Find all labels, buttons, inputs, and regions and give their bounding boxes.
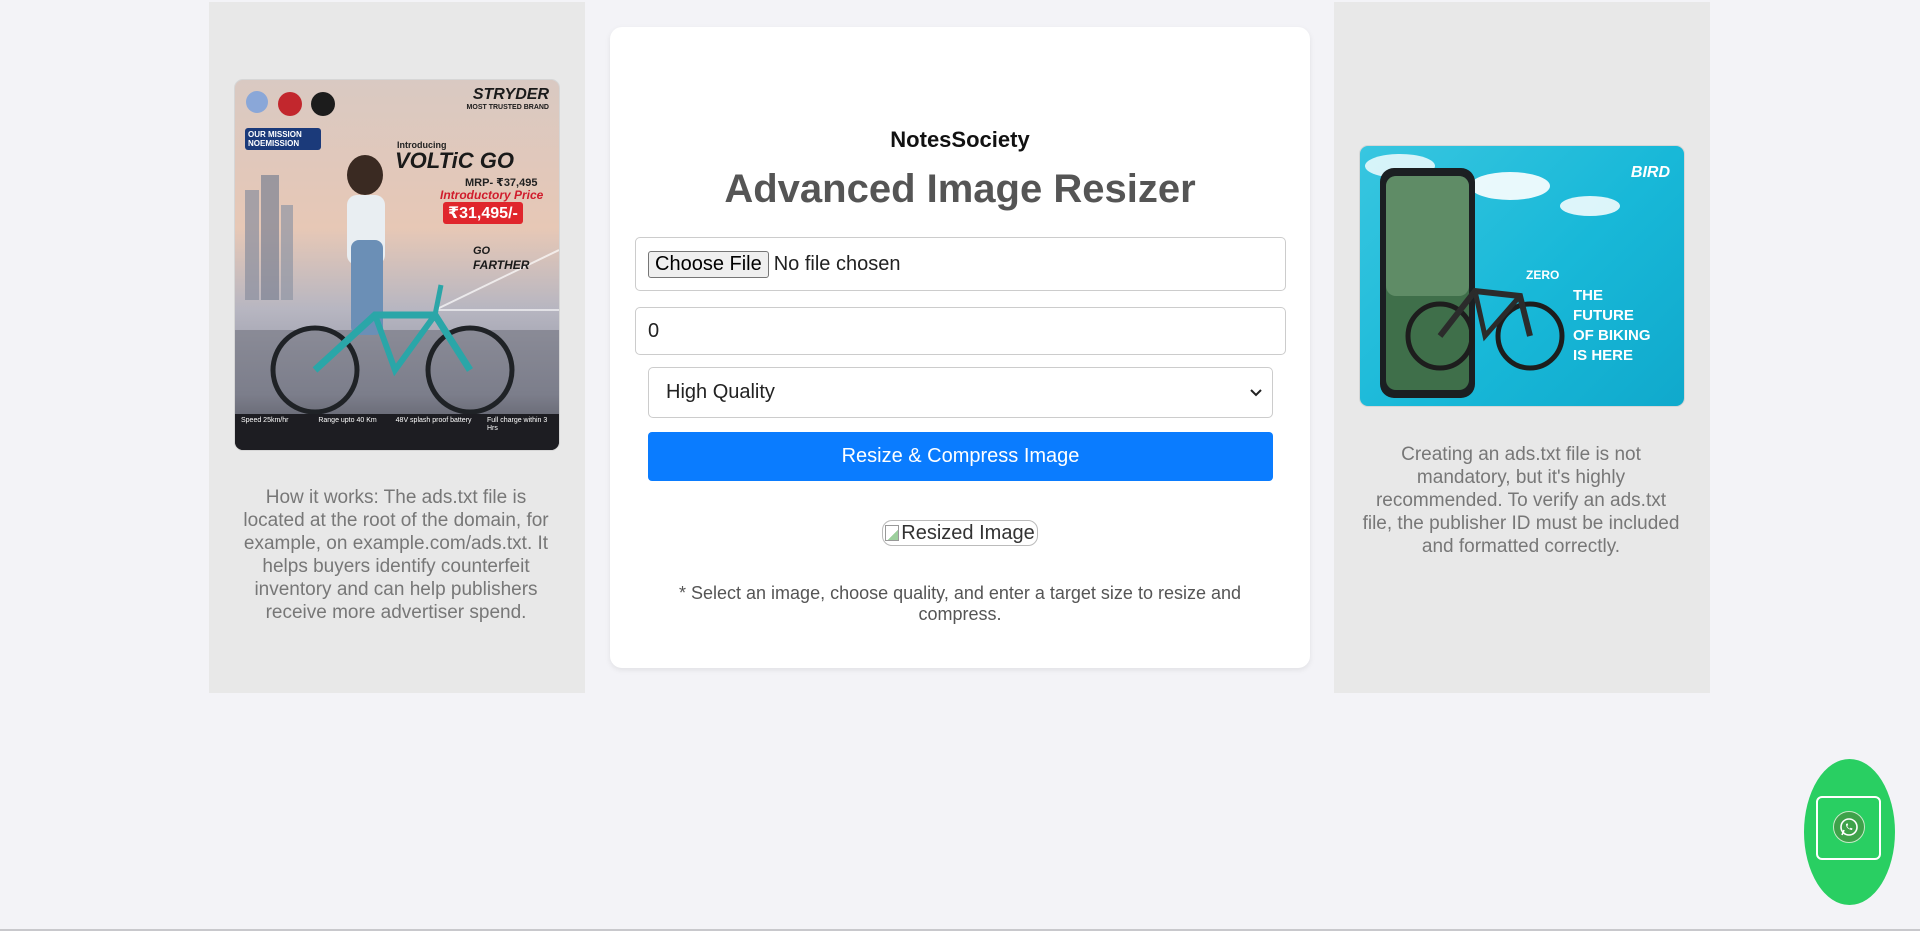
whatsapp-button-frame	[1816, 796, 1881, 860]
file-status-text: No file chosen	[773, 252, 901, 275]
file-input[interactable]: Choose File No file chosen	[635, 237, 1286, 291]
target-size-input[interactable]	[635, 307, 1286, 355]
right-sidebar-text: Creating an ads.txt file is not mandator…	[1362, 444, 1680, 557]
resizer-card: NotesSociety Advanced Image Resizer Choo…	[610, 27, 1310, 668]
whatsapp-icon	[1833, 811, 1865, 843]
resized-image-alt: Resized Image	[901, 521, 1035, 544]
ad-headline-line: IS HERE	[1573, 347, 1634, 364]
page: STRYDER MOST TRUSTED BRAND OUR MISSION N…	[0, 0, 1920, 931]
ad-spec-item: Speed 25km/hr	[241, 417, 289, 424]
bird-ad-banner[interactable]: BIRD ZERO THE FUTURE OF BIKING IS HERE	[1359, 145, 1685, 407]
ad-slogan-1: GO	[473, 245, 491, 257]
ad-headline-line: OF BIKING	[1573, 327, 1651, 344]
quality-selected-value: High Quality	[666, 381, 775, 403]
site-brand: NotesSociety	[890, 127, 1030, 152]
instruction-note: * Select an image, choose quality, and e…	[679, 583, 1241, 624]
ad-headline: THE FUTURE OF BIKING IS HERE	[1573, 286, 1651, 366]
resize-compress-button[interactable]: Resize & Compress Image	[648, 432, 1273, 481]
ad-product-name: VOLTiC GO	[395, 148, 514, 173]
ad-spec-item: Range upto 40 Km	[318, 417, 377, 424]
ad-headline-line: THE	[1573, 287, 1603, 304]
choose-file-button[interactable]: Choose File	[648, 250, 769, 278]
ad-spec-item: 48V splash proof battery	[395, 417, 472, 424]
ad-mission-badge: OUR MISSION NOEMISSION	[245, 128, 321, 150]
ad-bird-brand: BIRD	[1630, 164, 1670, 181]
ad-price: ₹31,495/-	[443, 202, 523, 224]
broken-image-icon	[885, 525, 900, 541]
quality-select[interactable]: High Quality	[648, 367, 1273, 418]
resized-image: Resized Image	[882, 520, 1038, 546]
bird-ad-artwork	[1365, 154, 1620, 398]
whatsapp-button[interactable]	[1804, 759, 1895, 905]
ad-spec-item: Full charge within 3 Hrs	[486, 417, 548, 432]
ad-brand-tagline: MOST TRUSTED BRAND	[466, 104, 549, 111]
ad-zero-model: ZERO	[1526, 268, 1560, 282]
stryder-ad-banner[interactable]: STRYDER MOST TRUSTED BRAND OUR MISSION N…	[234, 79, 560, 451]
page-title: Advanced Image Resizer	[724, 167, 1196, 211]
right-sidebar: BIRD ZERO THE FUTURE OF BIKING IS HERE C…	[1334, 2, 1710, 693]
left-sidebar-text: How it works: The ads.txt file is locate…	[243, 487, 549, 623]
ad-offer-label: Introductory Price	[440, 188, 544, 202]
chevron-down-icon	[1250, 385, 1262, 400]
ad-brand-text: STRYDER	[472, 86, 549, 103]
ad-spec-list: Speed 25km/hr Range upto 40 Km 48V splas…	[241, 417, 553, 433]
ad-headline-line: FUTURE	[1573, 307, 1634, 324]
left-sidebar: STRYDER MOST TRUSTED BRAND OUR MISSION N…	[209, 2, 585, 693]
ad-slogan-2: FARTHER	[473, 258, 530, 272]
